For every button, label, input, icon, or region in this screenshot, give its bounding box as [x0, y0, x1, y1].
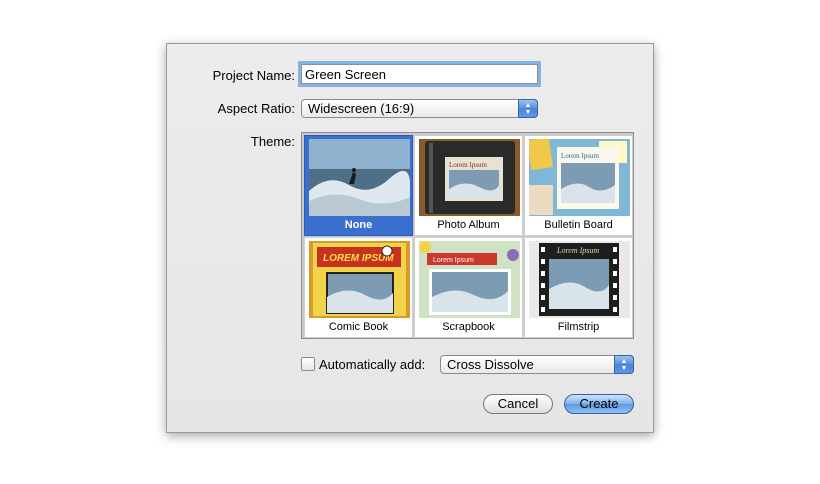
theme-item-filmstrip[interactable]: Lorem Ipsum Filmstrip	[524, 237, 633, 338]
theme-item-bulletin-board[interactable]: Lorem Ipsum Bulletin Board	[524, 135, 633, 236]
bulletin-board-title: Lorem Ipsum	[561, 152, 599, 160]
bulletin-board-thumbnail-icon: Lorem Ipsum	[529, 139, 630, 216]
theme-item-label: Scrapbook	[442, 321, 495, 333]
theme-thumbnail: Lorem Ipsum	[419, 139, 520, 216]
theme-item-label: Bulletin Board	[544, 219, 613, 231]
create-button[interactable]: Create	[564, 394, 634, 414]
project-name-input[interactable]	[301, 64, 538, 84]
filmstrip-thumbnail-icon: Lorem Ipsum	[529, 241, 630, 318]
theme-grid: None Lorem Ipsum Photo Album Lorem Ipsum…	[301, 132, 634, 339]
automatically-add-label: Automatically add:	[319, 357, 426, 372]
aspect-ratio-value: Widescreen (16:9)	[308, 101, 415, 116]
theme-item-label: Comic Book	[328, 321, 389, 333]
aspect-ratio-select[interactable]: Widescreen (16:9) ▲ ▼	[301, 99, 538, 118]
theme-item-none[interactable]: None	[304, 135, 413, 236]
theme-thumbnail	[309, 139, 410, 216]
theme-thumbnail: Lorem Ipsum	[419, 241, 520, 318]
theme-item-comic-book[interactable]: LOREM IPSUM Comic Book	[304, 237, 413, 338]
updown-arrows-icon: ▲ ▼	[614, 355, 634, 374]
aspect-ratio-label: Aspect Ratio:	[217, 101, 295, 116]
project-name-label: Project Name:	[212, 68, 295, 83]
photo-album-thumbnail-icon: Lorem Ipsum	[419, 139, 520, 216]
theme-item-label: Photo Album	[437, 219, 500, 231]
theme-item-photo-album[interactable]: Lorem Ipsum Photo Album	[414, 135, 523, 236]
theme-item-label: Filmstrip	[557, 321, 600, 333]
automatically-add-checkbox[interactable]	[301, 357, 315, 371]
photo-album-title: Lorem Ipsum	[449, 161, 487, 169]
transition-value: Cross Dissolve	[447, 357, 534, 372]
cancel-button[interactable]: Cancel	[483, 394, 553, 414]
filmstrip-title: Lorem Ipsum	[556, 246, 599, 255]
theme-thumbnail: Lorem Ipsum	[529, 139, 630, 216]
theme-thumbnail: LOREM IPSUM	[309, 241, 410, 318]
theme-thumbnail: Lorem Ipsum	[529, 241, 630, 318]
theme-item-scrapbook[interactable]: Lorem Ipsum Scrapbook	[414, 237, 523, 338]
updown-arrows-icon: ▲ ▼	[518, 99, 538, 118]
new-project-dialog: Project Name: Aspect Ratio: Widescreen (…	[166, 43, 654, 433]
comic-book-thumbnail-icon: LOREM IPSUM	[309, 241, 410, 318]
theme-label: Theme:	[250, 134, 295, 149]
scrapbook-thumbnail-icon: Lorem Ipsum	[419, 241, 520, 318]
surfer-photo-icon	[309, 139, 410, 216]
theme-item-label: None	[344, 219, 373, 231]
transition-select[interactable]: Cross Dissolve ▲ ▼	[440, 355, 634, 374]
scrapbook-title: Lorem Ipsum	[433, 257, 474, 264]
